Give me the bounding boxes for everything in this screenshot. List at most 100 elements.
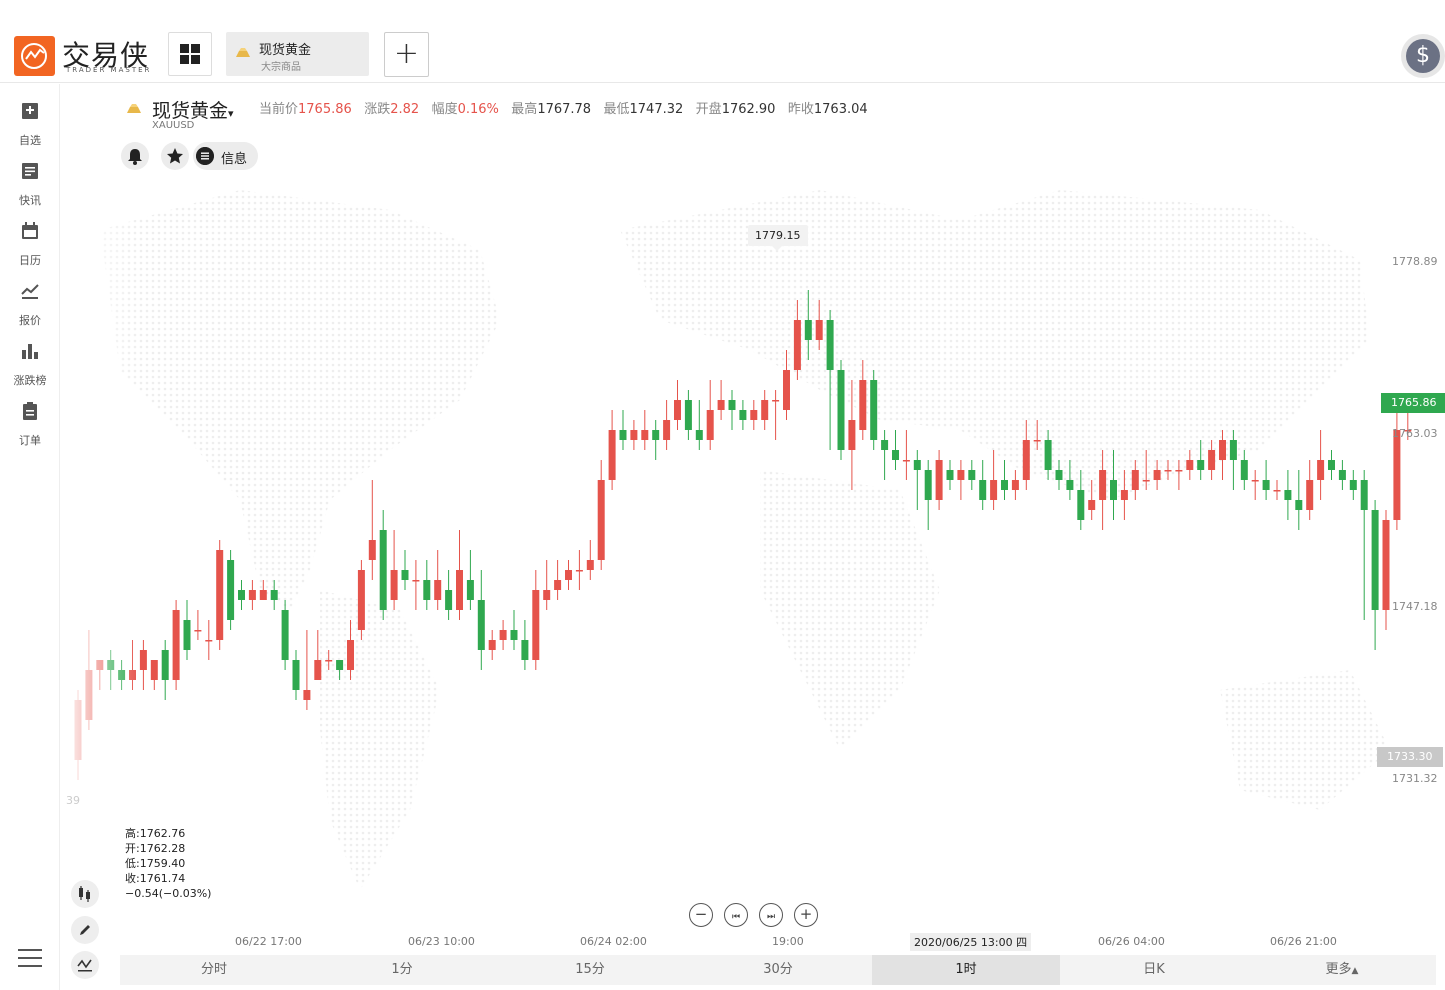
line-chart-icon (21, 284, 39, 299)
symbol-name: 现货黄金 (152, 100, 229, 122)
candle-body (1240, 460, 1248, 480)
symbol-selector[interactable]: 现货黄金▾ (152, 96, 234, 123)
change-value: 2.82 (390, 102, 420, 117)
alert-button[interactable] (121, 142, 149, 170)
info-button[interactable]: 信息 (193, 142, 258, 170)
sidebar-item-label: 日历 (19, 254, 41, 267)
sidebar-item-quotes[interactable]: 报价 (0, 270, 60, 328)
candle-body (1175, 470, 1183, 472)
logo[interactable]: 交易侠 TRADER MASTER (14, 34, 154, 76)
bar-chart-icon (22, 344, 38, 359)
candle-body (597, 480, 605, 560)
candle-body (1055, 470, 1063, 480)
tab-timeframe-more[interactable]: 更多▲ (1248, 955, 1436, 985)
candle-body (630, 430, 638, 440)
draw-tool-button[interactable] (71, 916, 99, 944)
caret-up-icon: ▲ (1351, 966, 1359, 976)
add-tab-button[interactable]: + (384, 32, 429, 77)
jump-end-button[interactable]: ⏭ (759, 903, 783, 927)
logo-subtitle: TRADER MASTER (66, 66, 152, 74)
y-label-2: 1763.03 (1392, 427, 1438, 440)
symbol-tab-gold[interactable]: 现货黄金 大宗商品 (226, 32, 369, 76)
candle-body (1110, 480, 1117, 500)
candle-body (1044, 440, 1052, 470)
info-label: 信息 (221, 152, 248, 167)
candle-body (248, 590, 256, 600)
menu-icon[interactable] (18, 946, 42, 970)
candle-body (488, 640, 496, 650)
candle-body (466, 580, 474, 600)
candle-body (1295, 500, 1303, 510)
candle-body (826, 320, 834, 370)
symbol-tab-title: 现货黄金 (259, 43, 312, 58)
candle-body (1273, 490, 1281, 492)
favorite-button[interactable] (161, 142, 189, 170)
candle-body (979, 480, 987, 500)
candle-body (216, 550, 224, 640)
jump-start-button[interactable]: ⏮ (724, 903, 748, 927)
sidebar-item-watchlist[interactable]: 自选 (0, 90, 60, 148)
sidebar: 自选 快讯 日历 报价 涨跌榜 订单 (0, 84, 60, 990)
candle-body (1317, 460, 1325, 480)
open-value: 1762.90 (721, 102, 776, 117)
candle-body (663, 420, 671, 440)
currency-button[interactable]: $ (1401, 34, 1445, 78)
candle-body (161, 650, 169, 680)
candle-icon (79, 886, 90, 902)
candle-body (379, 530, 387, 610)
candle-body (292, 660, 300, 690)
candle-body (1229, 440, 1237, 460)
tab-timeframe-1h[interactable]: 1时 (872, 955, 1060, 985)
candlestick-chart[interactable] (60, 170, 1445, 930)
candle-body (924, 470, 932, 500)
candle-body (183, 620, 191, 650)
zoom-out-button[interactable]: − (689, 903, 713, 927)
more-label: 更多 (1325, 962, 1352, 977)
candle-body (804, 320, 812, 340)
sidebar-item-news[interactable]: 快讯 (0, 150, 60, 208)
bookmark-plus-icon (22, 103, 38, 119)
candle-body (848, 420, 856, 450)
candle-body (957, 470, 965, 480)
tab-timeframe-1m[interactable]: 1分 (308, 955, 496, 985)
candle-body (608, 430, 616, 480)
chart-type-button[interactable] (71, 880, 99, 908)
candle-body (1077, 490, 1085, 520)
sidebar-item-calendar[interactable]: 日历 (0, 210, 60, 268)
prev-close-label: 昨收 (787, 102, 814, 117)
skip-back-icon: ⏮ (731, 912, 741, 922)
x-label-2: 06/23 10:00 (408, 935, 475, 948)
tab-timeframe-tick[interactable]: 分时 (120, 955, 308, 985)
candle-body (401, 570, 409, 580)
prev-close-value: 1763.04 (813, 102, 868, 117)
ohlc-low: 低:1759.40 (125, 857, 186, 870)
indicator-button[interactable] (71, 951, 99, 979)
candle-body (772, 400, 780, 402)
tab-timeframe-30m[interactable]: 30分 (684, 955, 872, 985)
sidebar-item-movers[interactable]: 涨跌榜 (0, 330, 60, 388)
tab-timeframe-daily[interactable]: 日K (1060, 955, 1248, 985)
sidebar-item-orders[interactable]: 订单 (0, 390, 60, 448)
candle-body (946, 470, 954, 480)
candle-body (139, 650, 147, 670)
grid-menu-button[interactable] (168, 32, 212, 76)
sidebar-item-label: 报价 (19, 314, 41, 327)
calendar-icon (22, 222, 38, 239)
candle-body (652, 430, 660, 440)
candle-body (1371, 510, 1379, 610)
candle-body (434, 580, 442, 600)
candle-body (150, 660, 158, 680)
tab-timeframe-15m[interactable]: 15分 (496, 955, 684, 985)
candle-body (1142, 480, 1150, 482)
candle-body (314, 660, 322, 680)
candle-body (717, 400, 725, 410)
clipboard-icon (23, 402, 37, 420)
sidebar-item-label: 快讯 (19, 194, 41, 207)
x-label-4: 19:00 (772, 935, 804, 948)
candle-body (281, 610, 289, 660)
candle-body (412, 580, 420, 582)
candle-body (1001, 480, 1008, 490)
candle-body (750, 410, 758, 420)
zoom-in-button[interactable]: + (794, 903, 818, 927)
symbol-code: XAUUSD (152, 120, 195, 131)
